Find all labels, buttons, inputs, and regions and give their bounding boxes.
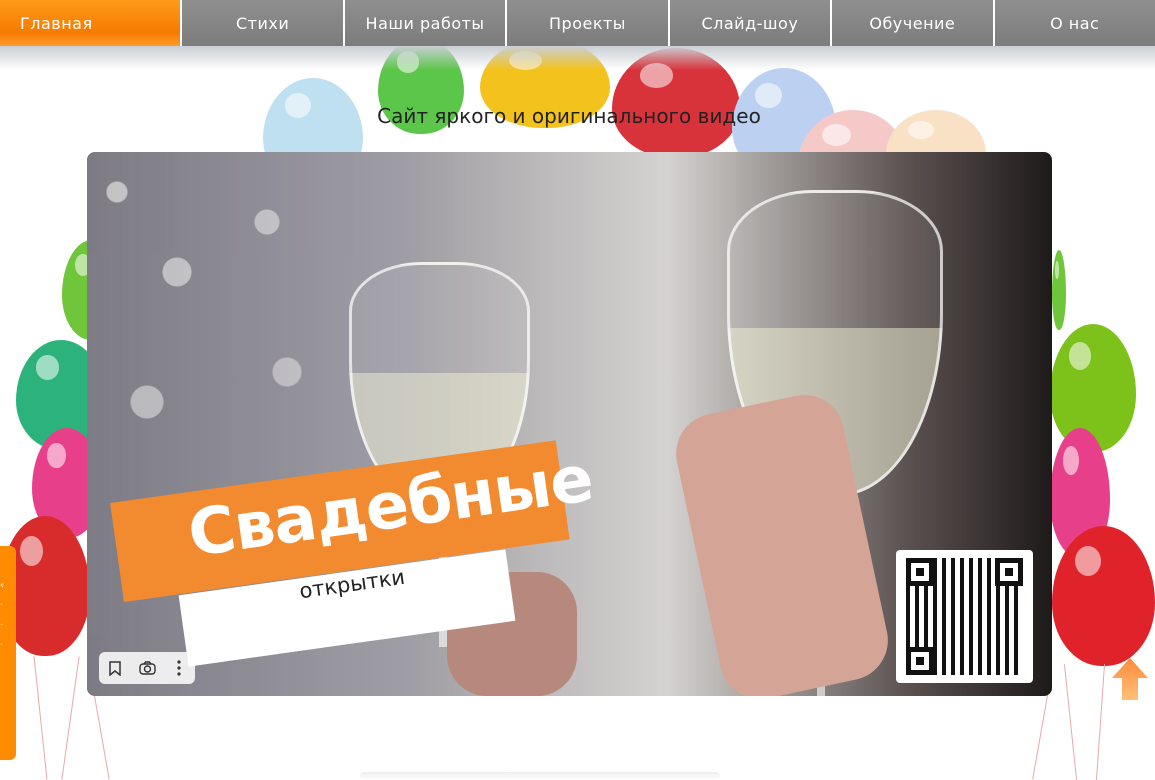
- side-panel-tab[interactable]: ‹ · · ·: [0, 546, 16, 760]
- nav-item-slideshow[interactable]: Слайд-шоу: [669, 0, 833, 46]
- nav-item-projects[interactable]: Проекты: [507, 0, 670, 46]
- side-tab-marks: ‹ · · ·: [0, 580, 4, 651]
- nav-item-poems[interactable]: Стихи: [182, 0, 345, 46]
- qr-finder: [995, 558, 1023, 586]
- scroll-to-top-arrow-icon[interactable]: [1110, 656, 1150, 702]
- nav-item-label: Слайд-шоу: [701, 13, 799, 33]
- footer-divider: [360, 772, 720, 780]
- nav-item-about[interactable]: О нас: [994, 0, 1155, 46]
- nav-item-label: Обучение: [869, 13, 956, 33]
- camera-icon[interactable]: [131, 652, 163, 684]
- nav-item-label: Наши работы: [365, 13, 485, 33]
- site-title: Сайт яркого и оригинального видео: [377, 104, 761, 128]
- nav-shadow: [0, 46, 1155, 70]
- nav-item-label: Проекты: [549, 13, 626, 33]
- nav-item-label: Стихи: [236, 13, 290, 33]
- video-player[interactable]: Свадебные открытки: [87, 152, 1052, 696]
- more-vertical-icon[interactable]: [163, 652, 195, 684]
- bookmark-icon[interactable]: [99, 652, 131, 684]
- nav-item-home[interactable]: Главная: [0, 0, 183, 46]
- qr-finder: [906, 647, 934, 675]
- nav-item-label: Главная: [20, 13, 93, 33]
- qr-finder: [906, 558, 934, 586]
- qr-code: [896, 550, 1033, 683]
- top-navigation: Главная Стихи Наши работы Проекты Слайд-…: [0, 0, 1155, 46]
- nav-item-our-works[interactable]: Наши работы: [344, 0, 508, 46]
- nav-item-label: О нас: [1050, 13, 1100, 33]
- nav-item-learning[interactable]: Обучение: [832, 0, 995, 46]
- video-controls: [99, 652, 195, 684]
